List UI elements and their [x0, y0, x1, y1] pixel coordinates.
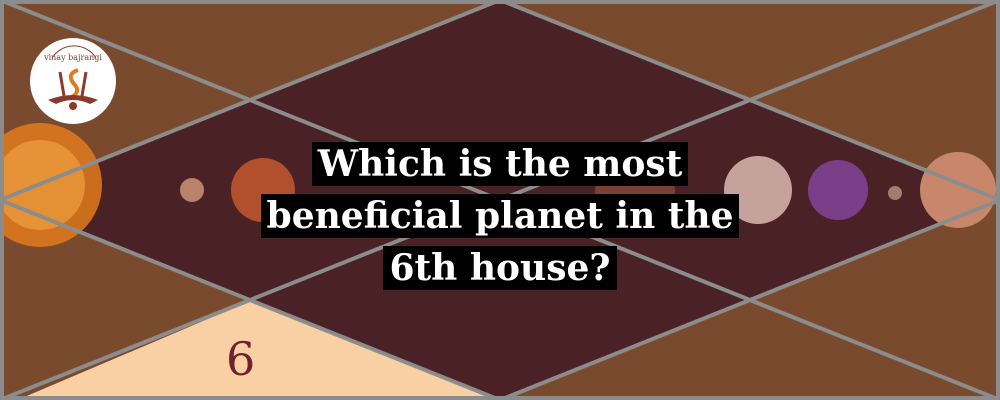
headline-line-1: Which is the most [311, 142, 689, 186]
headline-line-3: 6th house? [383, 246, 617, 290]
headline: Which is the most beneficial planet in t… [0, 142, 1000, 298]
house-number: 6 [226, 332, 256, 386]
headline-line-2: beneficial planet in the [260, 194, 740, 238]
svg-text:vinay bajrangi: vinay bajrangi [43, 53, 102, 62]
logo: vinay bajrangi [30, 38, 116, 124]
